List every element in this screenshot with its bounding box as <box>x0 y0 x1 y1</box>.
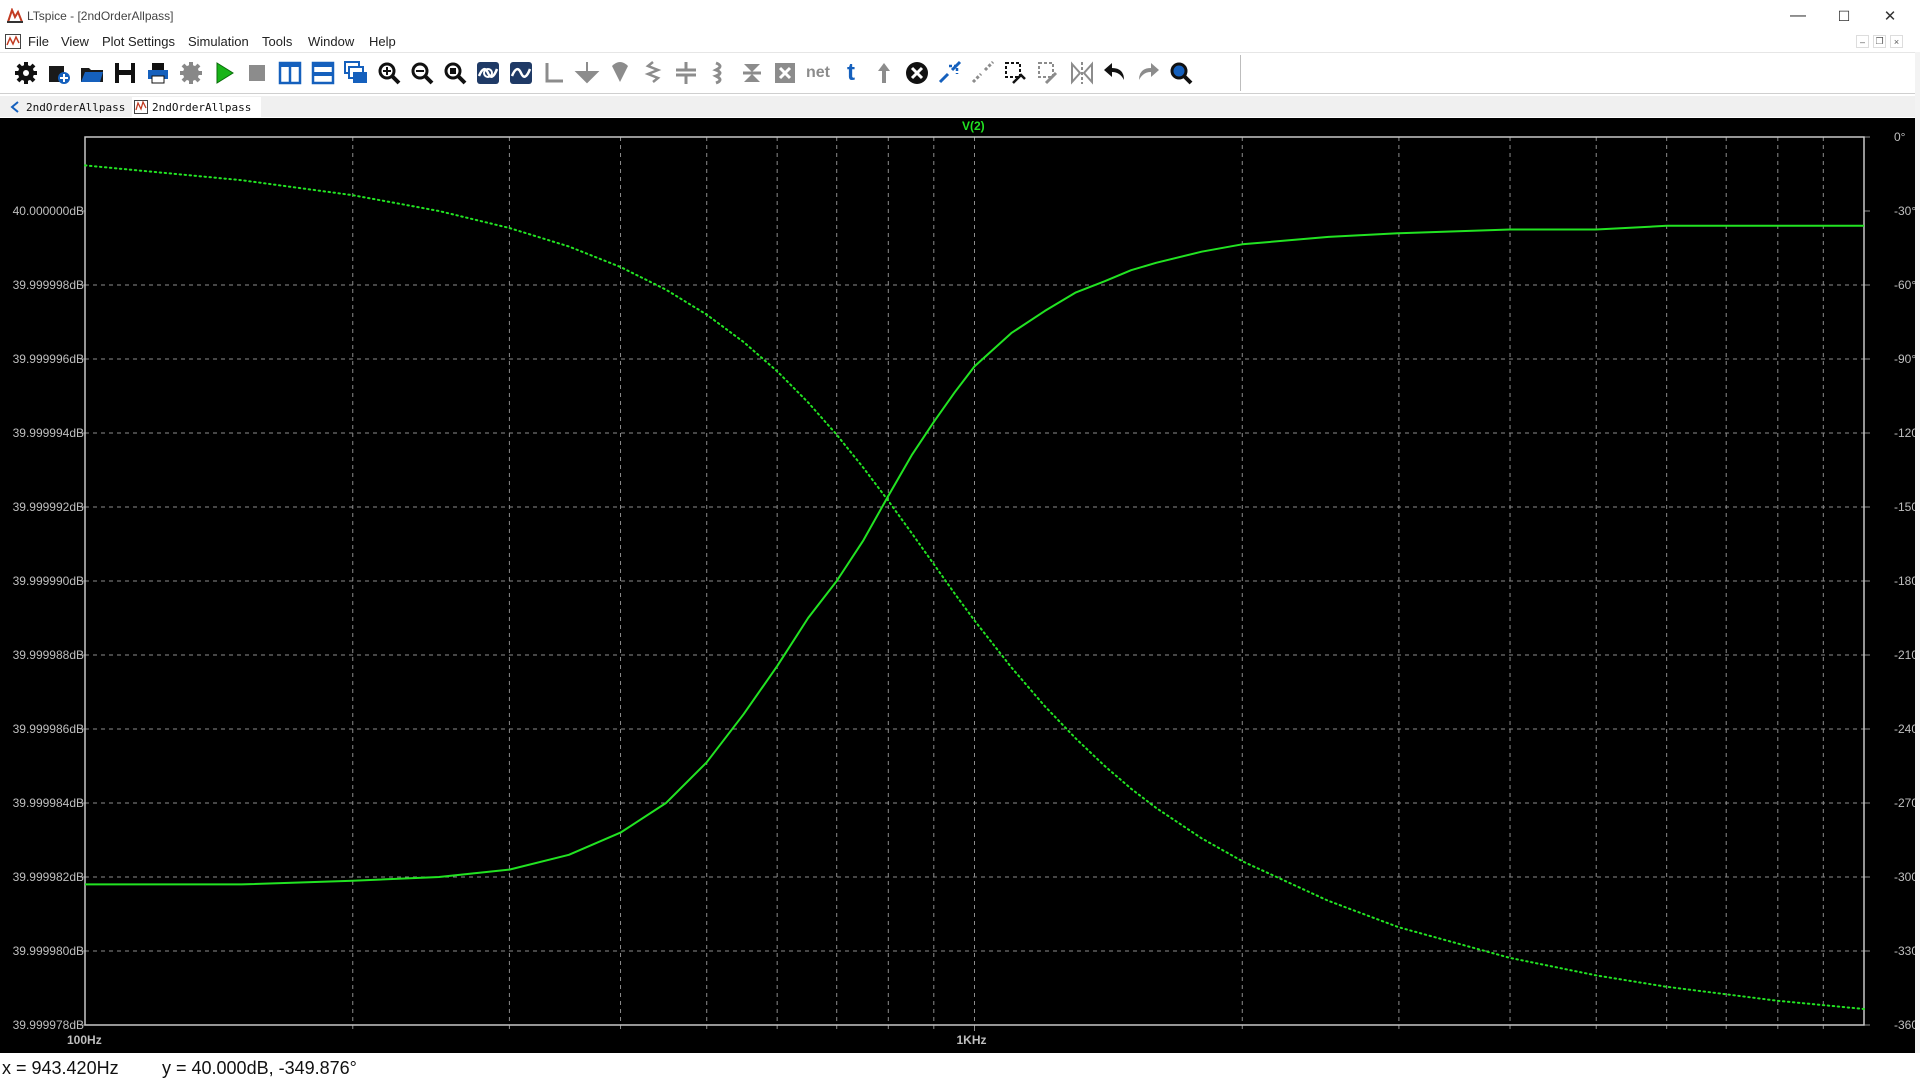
halt-gear-icon[interactable] <box>178 60 204 86</box>
trace-label-v2[interactable]: V(2) <box>962 119 985 133</box>
tab-bar: 2ndOrderAllpass 2ndOrderAllpass <box>0 96 1915 117</box>
ground-icon[interactable] <box>574 60 600 86</box>
mirror-icon[interactable] <box>1036 60 1062 86</box>
menu-plot-settings[interactable]: Plot Settings <box>102 34 175 49</box>
menu-file[interactable]: File <box>28 34 49 49</box>
y-right-tick-label: -60° <box>1894 278 1917 292</box>
menu-simulation[interactable]: Simulation <box>188 34 249 49</box>
tile-vertical-icon[interactable] <box>277 60 303 86</box>
autorange-icon[interactable] <box>475 60 501 86</box>
menu-tools[interactable]: Tools <box>262 34 292 49</box>
y-right-tick-label: -90° <box>1894 352 1917 366</box>
inductor-icon[interactable] <box>673 60 699 86</box>
cursor-y-readout: y = 40.000dB, -349.876° <box>162 1058 357 1078</box>
y-left-tick-label: 39.999980dB <box>12 944 84 958</box>
net-label-icon[interactable]: net <box>805 60 831 86</box>
tab-schematic-label: 2ndOrderAllpass <box>26 100 126 114</box>
y-left-tick-label: 39.999978dB <box>12 1018 84 1032</box>
duplicate-icon[interactable] <box>1069 60 1095 86</box>
plot-canvas[interactable] <box>0 118 1915 1053</box>
title-bar: LTspice - [2ndOrderAllpass] — ☐ ✕ <box>0 0 1920 32</box>
y-right-tick-label: -30° <box>1894 204 1917 218</box>
mdi-close-button[interactable]: × <box>1890 35 1903 48</box>
stop-icon[interactable] <box>244 60 270 86</box>
y-left-tick-label: 39.999988dB <box>12 648 84 662</box>
ltspice-app-icon <box>7 8 23 23</box>
cursor-x-readout: x = 943.420Hz <box>2 1058 119 1078</box>
open-folder-icon[interactable] <box>79 60 105 86</box>
rotate-icon[interactable] <box>1003 60 1029 86</box>
close-button[interactable]: ✕ <box>1867 0 1913 32</box>
save-icon[interactable] <box>112 60 138 86</box>
y-left-tick-label: 39.999984dB <box>12 796 84 810</box>
print-icon[interactable] <box>145 60 171 86</box>
symbol-icon[interactable] <box>772 60 798 86</box>
menu-bar: File View Plot Settings Simulation Tools… <box>0 32 1920 53</box>
zoom-fit-icon[interactable] <box>442 60 468 86</box>
minimize-button[interactable]: — <box>1775 0 1821 32</box>
spice-directive-icon[interactable] <box>871 60 897 86</box>
mdi-restore-button[interactable]: ❐ <box>1873 35 1886 48</box>
y-left-tick-label: 39.999996dB <box>12 352 84 366</box>
y-left-tick-label: 39.999994dB <box>12 426 84 440</box>
pan-icon[interactable] <box>508 60 534 86</box>
capacitor-icon[interactable] <box>640 60 666 86</box>
undo-icon[interactable] <box>1102 60 1128 86</box>
schematic-tab-icon <box>10 101 19 113</box>
waveform-doc-icon <box>5 34 21 49</box>
waveform-plot[interactable]: V(2) 40.000000dB 39.999998dB 39.999996dB 39… <box>0 118 1920 1053</box>
tab-waveform[interactable]: 2ndOrderAllpass <box>132 97 262 117</box>
menu-window[interactable]: Window <box>308 34 354 49</box>
toolbar-separator <box>1240 55 1241 91</box>
toolbar: net t <box>0 53 1915 94</box>
find-icon[interactable] <box>1168 60 1194 86</box>
y-left-tick-label: 39.999986dB <box>12 722 84 736</box>
y-left-tick-label: 40.000000dB <box>12 204 84 218</box>
zoom-out-icon[interactable] <box>409 60 435 86</box>
tile-horizontal-icon[interactable] <box>310 60 336 86</box>
text-icon[interactable]: t <box>838 60 864 86</box>
component-icon[interactable] <box>739 60 765 86</box>
move-icon[interactable] <box>937 60 963 86</box>
zoom-in-icon[interactable] <box>376 60 402 86</box>
y-left-tick-label: 39.999982dB <box>12 870 84 884</box>
window-title: LTspice - [2ndOrderAllpass] <box>27 9 174 23</box>
y-left-tick-label: 39.999998dB <box>12 278 84 292</box>
x-tick-label: 100Hz <box>67 1033 102 1047</box>
cascade-icon[interactable] <box>343 60 369 86</box>
settings-icon[interactable] <box>13 60 39 86</box>
y-left-tick-label: 39.999992dB <box>12 500 84 514</box>
redo-icon[interactable] <box>1135 60 1161 86</box>
drag-icon[interactable] <box>970 60 996 86</box>
tab-waveform-label: 2ndOrderAllpass <box>152 100 252 114</box>
diode-icon[interactable] <box>706 60 732 86</box>
x-tick-label: 1KHz <box>956 1033 987 1047</box>
open-schematic-icon[interactable] <box>46 60 72 86</box>
delete-icon[interactable] <box>904 60 930 86</box>
status-bar: x = 943.420Hz y = 40.000dB, -349.876° <box>0 1053 1920 1080</box>
menu-help[interactable]: Help <box>369 34 396 49</box>
y-left-tick-label: 39.999990dB <box>12 574 84 588</box>
wire-icon[interactable] <box>541 60 567 86</box>
waveform-tab-icon <box>134 100 148 114</box>
resistor-icon[interactable] <box>607 60 633 86</box>
y-right-tick-label: 0° <box>1894 130 1906 144</box>
menu-view[interactable]: View <box>61 34 89 49</box>
right-edge-strip <box>1915 52 1920 1053</box>
tab-schematic[interactable]: 2ndOrderAllpass <box>8 97 125 117</box>
run-icon[interactable] <box>211 60 237 86</box>
mdi-minimize-button[interactable]: – <box>1856 35 1869 48</box>
maximize-button[interactable]: ☐ <box>1821 0 1867 32</box>
